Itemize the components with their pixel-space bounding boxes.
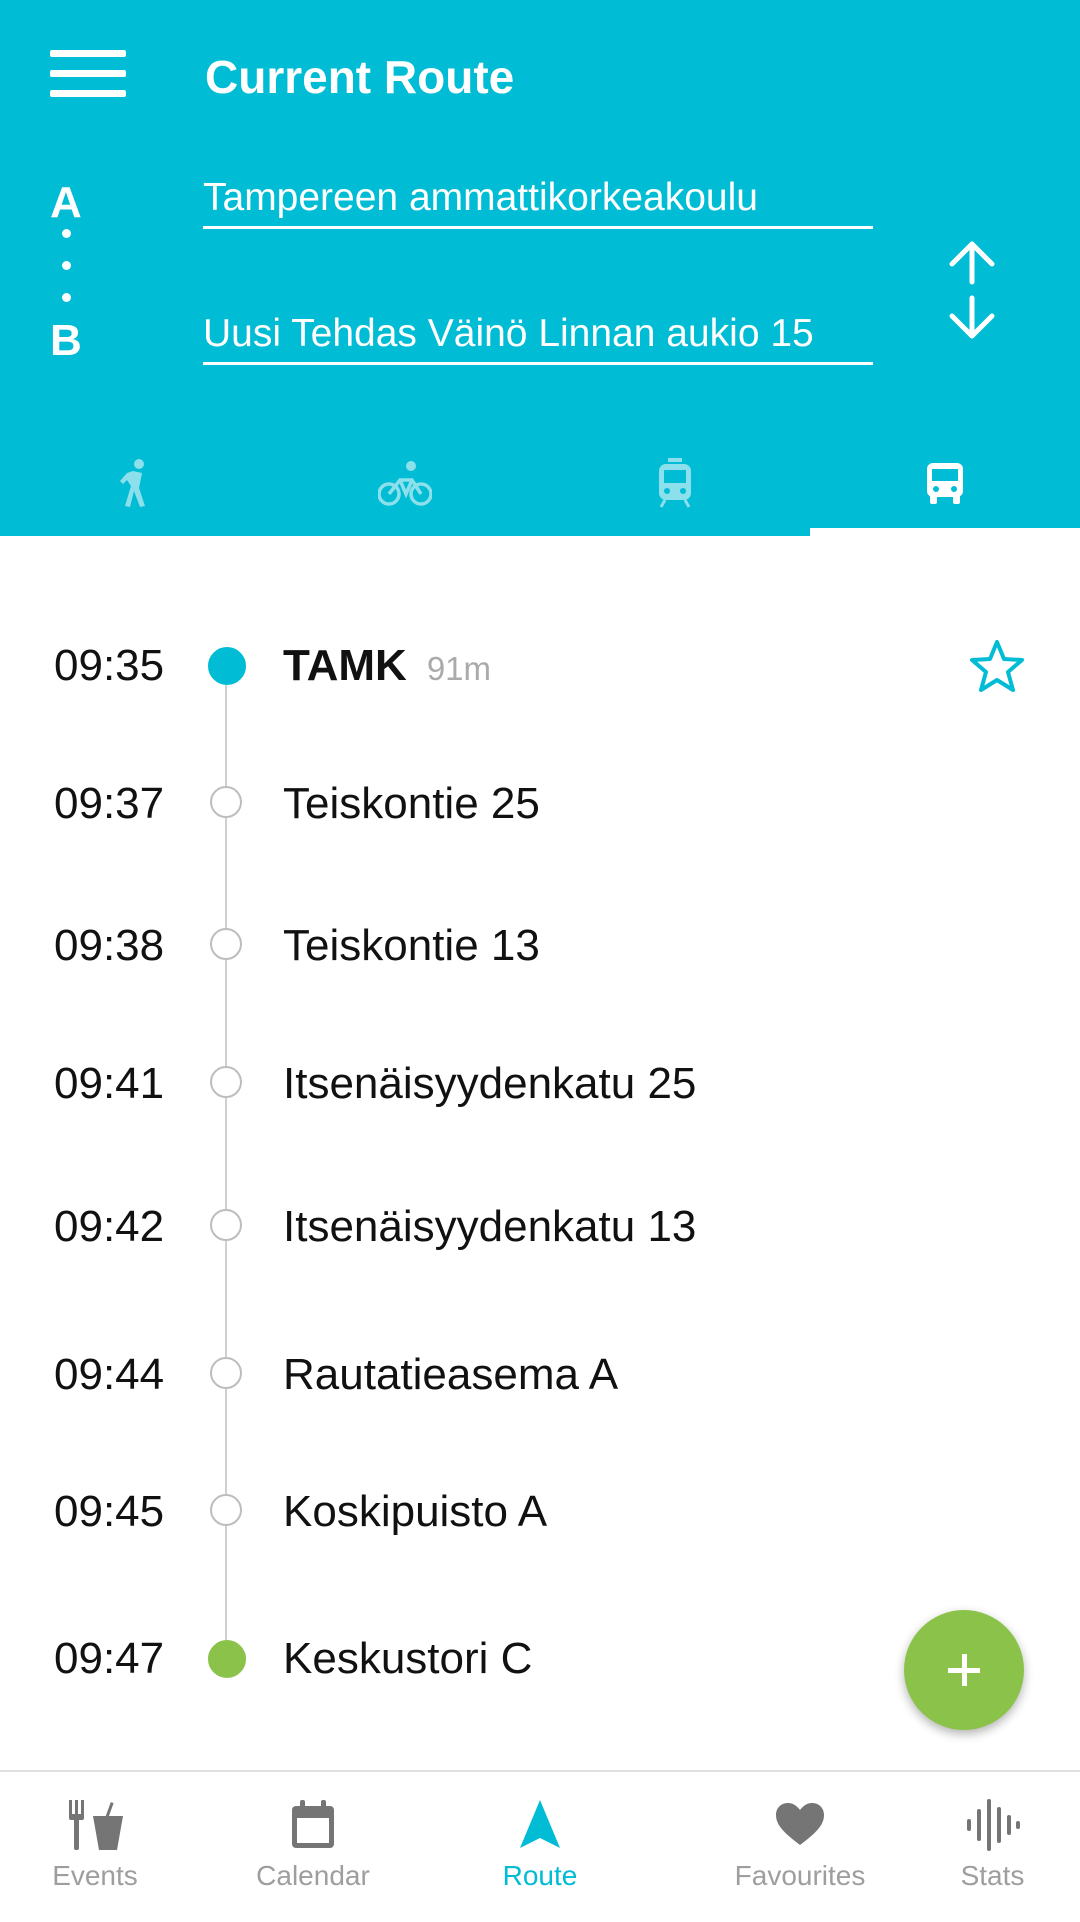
tab-tram[interactable] — [540, 430, 810, 536]
star-outline-icon — [970, 640, 1024, 692]
nav-label: Route — [502, 1860, 578, 1891]
stop-time: 09:38 — [54, 921, 165, 970]
stop-row[interactable]: 09:38 Teiskontie 13 — [0, 891, 1080, 1001]
stop-name[interactable]: Rautatieasema A — [283, 1320, 618, 1430]
stop-name[interactable]: Teiskontie 25 — [283, 749, 540, 859]
stop-time: 09:41 — [54, 1059, 165, 1108]
tab-bus[interactable] — [810, 430, 1080, 536]
hamburger-menu-icon[interactable] — [50, 48, 126, 100]
heart-icon — [776, 1798, 824, 1852]
stop-time: 09:37 — [54, 779, 165, 828]
tab-bicycle[interactable] — [270, 430, 540, 536]
stop-time: 09:42 — [54, 1202, 165, 1251]
stop-dot — [210, 1357, 242, 1389]
nav-route[interactable]: Route — [475, 1772, 605, 1922]
stop-row[interactable]: 09:45 Koskipuisto A — [0, 1457, 1080, 1567]
stop-row[interactable]: 09:44 Rautatieasema A — [0, 1320, 1080, 1430]
stop-time: 09:47 — [54, 1634, 165, 1683]
stop-time: 09:44 — [54, 1350, 165, 1399]
stop-name[interactable]: TAMK 91m — [283, 611, 491, 721]
stop-time: 09:45 — [54, 1487, 165, 1536]
swap-arrows-icon — [949, 241, 995, 339]
nav-stats[interactable]: Stats — [930, 1772, 1055, 1922]
origin-marker: A — [50, 178, 82, 227]
nav-events[interactable]: Events — [30, 1772, 160, 1922]
audio-bars-icon — [965, 1798, 1021, 1852]
tab-walk[interactable] — [0, 430, 270, 536]
stop-time: 09:35 — [54, 641, 165, 690]
add-button[interactable] — [904, 1610, 1024, 1730]
stop-name[interactable]: Itsenäisyydenkatu 25 — [283, 1029, 696, 1139]
route-dot — [62, 261, 71, 270]
stop-row[interactable]: 09:42 Itsenäisyydenkatu 13 — [0, 1172, 1080, 1282]
stop-row[interactable]: 09:41 Itsenäisyydenkatu 25 — [0, 1029, 1080, 1139]
stop-row[interactable]: 09:35 TAMK 91m — [0, 611, 1080, 721]
destination-input[interactable] — [203, 306, 873, 362]
bottom-navigation: Events Calendar Route Favourites Stats — [0, 1770, 1080, 1922]
bicycle-icon — [378, 461, 432, 506]
stop-dot — [210, 1209, 242, 1241]
stop-dot — [210, 1066, 242, 1098]
nav-label: Stats — [960, 1860, 1025, 1891]
destination-field[interactable] — [203, 306, 873, 365]
destination-marker: B — [50, 316, 82, 365]
origin-field[interactable] — [203, 170, 873, 229]
stop-dot — [210, 786, 242, 818]
stop-name[interactable]: Keskustori C — [283, 1604, 532, 1714]
stop-name-text: TAMK — [283, 641, 407, 690]
stop-dot — [210, 1494, 242, 1526]
app-header: Current Route A B — [0, 0, 1080, 536]
tram-icon — [659, 458, 691, 508]
navigation-arrow-icon — [520, 1798, 560, 1852]
walk-icon — [120, 459, 145, 507]
route-dot — [62, 229, 71, 238]
calendar-icon — [290, 1798, 336, 1852]
stop-name[interactable]: Koskipuisto A — [283, 1457, 547, 1567]
stop-row[interactable]: 09:37 Teiskontie 25 — [0, 749, 1080, 859]
nav-label: Events — [52, 1860, 138, 1891]
origin-input[interactable] — [203, 170, 873, 226]
stop-name[interactable]: Teiskontie 13 — [283, 891, 540, 1001]
swap-direction-button[interactable] — [940, 236, 1004, 348]
nav-label: Favourites — [734, 1860, 866, 1891]
nav-favourites[interactable]: Favourites — [720, 1772, 880, 1922]
nav-calendar[interactable]: Calendar — [248, 1772, 378, 1922]
end-stop-dot — [208, 1640, 246, 1678]
transport-mode-tabs — [0, 430, 1080, 536]
stop-dot — [210, 928, 242, 960]
favourite-star-icon[interactable] — [968, 638, 1026, 696]
food-drink-icon — [65, 1798, 125, 1852]
bus-icon — [927, 463, 963, 504]
start-stop-dot — [208, 647, 246, 685]
stop-distance: 91m — [426, 650, 492, 687]
nav-label: Calendar — [256, 1860, 370, 1891]
page-title: Current Route — [205, 51, 515, 103]
route-dot — [62, 293, 71, 302]
stop-name[interactable]: Itsenäisyydenkatu 13 — [283, 1172, 696, 1282]
